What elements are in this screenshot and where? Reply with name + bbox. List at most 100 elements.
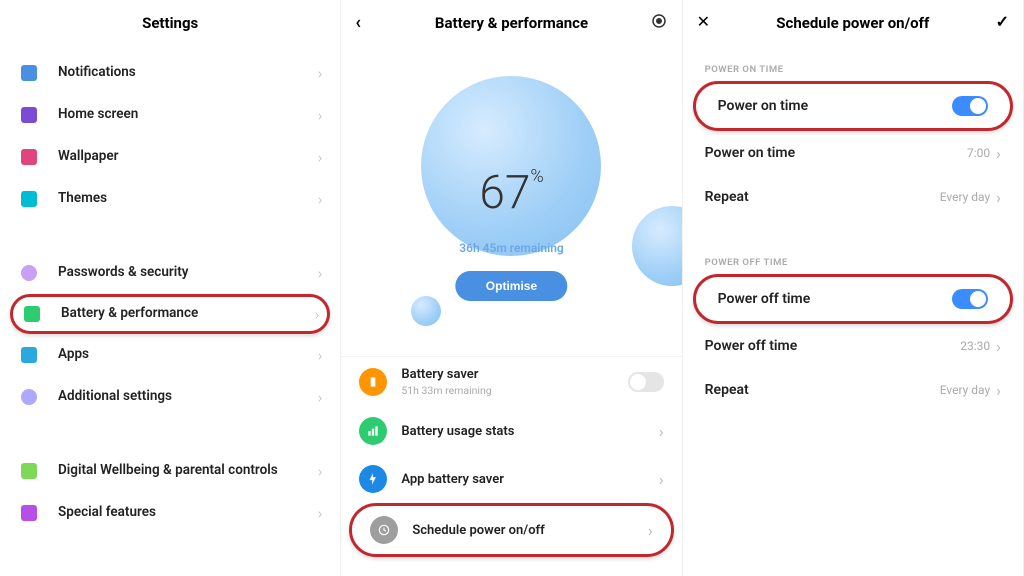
power-off-toggle[interactable] — [952, 289, 988, 309]
wellbeing-icon — [18, 460, 40, 482]
panel-battery-performance: ‹ Battery & performance 67% 36h 45m rema… — [341, 0, 682, 576]
schedule-title-bar: ✕ Schedule power on/off ✓ — [683, 0, 1023, 46]
gear-icon[interactable] — [650, 12, 668, 34]
power-on-time-value: 7:00 — [967, 146, 990, 160]
settings-list-group-2: Passwords & security › Battery & perform… — [0, 246, 340, 424]
list-item-label: Additional settings — [58, 389, 318, 405]
optimise-button[interactable]: Optimise — [456, 271, 567, 301]
settings-item-notifications[interactable]: Notifications › — [0, 52, 340, 94]
chevron-right-icon: › — [648, 521, 653, 540]
chevron-right-icon: › — [996, 188, 1001, 207]
list-item-label: Wallpaper — [58, 149, 318, 165]
chevron-right-icon: › — [315, 305, 320, 324]
settings-item-wallpaper[interactable]: Wallpaper › — [0, 136, 340, 178]
chevron-right-icon: › — [996, 381, 1001, 400]
settings-list-group-3: Digital Wellbeing & parental controls › … — [0, 444, 340, 540]
settings-title: Settings — [142, 14, 198, 32]
list-item-label: Special features — [58, 505, 318, 521]
battery-percent-suffix: % — [530, 166, 543, 187]
settings-item-passwords-security[interactable]: Passwords & security › — [0, 252, 340, 294]
option-schedule-power[interactable]: Schedule power on/off › — [349, 503, 673, 557]
list-item-label: Battery & performance — [61, 306, 315, 322]
list-item-label: Home screen — [58, 107, 318, 123]
settings-item-home-screen[interactable]: Home screen › — [0, 94, 340, 136]
settings-item-additional-settings[interactable]: Additional settings › — [0, 376, 340, 418]
chevron-right-icon: › — [318, 148, 323, 167]
chevron-right-icon: › — [318, 462, 323, 481]
special-features-icon — [18, 502, 40, 524]
power-off-repeat-value: Every day — [940, 383, 990, 397]
check-icon[interactable]: ✓ — [996, 12, 1009, 31]
list-item-label: Apps — [58, 347, 318, 363]
power-on-toggle-label: Power on time — [718, 98, 952, 114]
additional-settings-icon — [18, 386, 40, 408]
battery-visual: 67% 36h 45m remaining Optimise — [341, 46, 681, 356]
chevron-right-icon: › — [659, 422, 664, 441]
section-head-power-off: POWER OFF TIME — [683, 239, 1023, 274]
option-label: Battery saver — [401, 367, 627, 382]
chart-icon — [359, 417, 387, 445]
settings-item-themes[interactable]: Themes › — [0, 178, 340, 220]
chevron-right-icon: › — [318, 64, 323, 83]
panel-schedule-power: ✕ Schedule power on/off ✓ POWER ON TIME … — [683, 0, 1024, 576]
option-battery-usage-stats[interactable]: Battery usage stats › — [341, 407, 681, 455]
settings-title-bar: Settings — [0, 0, 340, 46]
settings-list-group-1: Notifications › Home screen › Wallpaper … — [0, 46, 340, 226]
power-off-time-label: Power off time — [705, 338, 961, 354]
chevron-right-icon: › — [318, 388, 323, 407]
chevron-right-icon: › — [318, 346, 323, 365]
battery-percent-value: 67 — [479, 166, 530, 220]
notifications-icon — [18, 62, 40, 84]
battery-saver-icon — [359, 368, 387, 396]
bubble-med — [632, 206, 682, 286]
list-item-label: Notifications — [58, 65, 318, 81]
battery-percent: 67% — [479, 166, 543, 220]
option-label: Schedule power on/off — [412, 523, 648, 538]
chevron-right-icon: › — [318, 190, 323, 209]
option-label: Battery usage stats — [401, 424, 659, 439]
chevron-right-icon: › — [996, 144, 1001, 163]
chevron-right-icon: › — [318, 504, 323, 523]
panel-settings: Settings Notifications › Home screen › W… — [0, 0, 341, 576]
close-icon[interactable]: ✕ — [697, 12, 710, 31]
schedule-title: Schedule power on/off — [776, 14, 929, 32]
security-icon — [18, 262, 40, 284]
section-head-power-on: POWER ON TIME — [683, 46, 1023, 81]
settings-item-battery-performance[interactable]: Battery & performance › — [10, 294, 330, 334]
home-icon — [18, 104, 40, 126]
back-icon[interactable]: ‹ — [355, 12, 361, 33]
option-app-battery-saver[interactable]: App battery saver › — [341, 455, 681, 503]
battery-icon — [21, 303, 43, 325]
battery-options: Battery saver 51h 33m remaining Battery … — [341, 356, 681, 557]
battery-title-bar: ‹ Battery & performance — [341, 0, 681, 46]
power-on-repeat-label: Repeat — [705, 189, 940, 205]
settings-item-special-features[interactable]: Special features › — [0, 492, 340, 534]
chevron-right-icon: › — [318, 264, 323, 283]
settings-item-apps[interactable]: Apps › — [0, 334, 340, 376]
power-on-toggle-row[interactable]: Power on time — [693, 81, 1013, 131]
power-off-repeat-row[interactable]: Repeat Every day › — [683, 368, 1023, 412]
battery-title: Battery & performance — [435, 14, 588, 32]
power-on-toggle[interactable] — [952, 96, 988, 116]
power-off-toggle-row[interactable]: Power off time — [693, 274, 1013, 324]
power-off-time-row[interactable]: Power off time 23:30 › — [683, 324, 1023, 368]
power-on-repeat-row[interactable]: Repeat Every day › — [683, 175, 1023, 219]
list-item-label: Digital Wellbeing & parental controls — [58, 463, 318, 479]
power-off-repeat-label: Repeat — [705, 382, 940, 398]
battery-saver-toggle[interactable] — [628, 372, 664, 392]
wallpaper-icon — [18, 146, 40, 168]
chevron-right-icon: › — [318, 106, 323, 125]
option-sublabel: 51h 33m remaining — [401, 384, 627, 397]
themes-icon — [18, 188, 40, 210]
bubble-sm — [411, 296, 441, 326]
chevron-right-icon: › — [659, 470, 664, 489]
option-battery-saver[interactable]: Battery saver 51h 33m remaining — [341, 357, 681, 407]
settings-item-digital-wellbeing[interactable]: Digital Wellbeing & parental controls › — [0, 450, 340, 492]
clock-icon — [370, 516, 398, 544]
power-off-toggle-label: Power off time — [718, 291, 952, 307]
power-on-time-row[interactable]: Power on time 7:00 › — [683, 131, 1023, 175]
power-off-time-value: 23:30 — [960, 339, 990, 353]
battery-remaining: 36h 45m remaining — [459, 241, 564, 255]
power-on-repeat-value: Every day — [940, 190, 990, 204]
option-label: App battery saver — [401, 472, 659, 487]
